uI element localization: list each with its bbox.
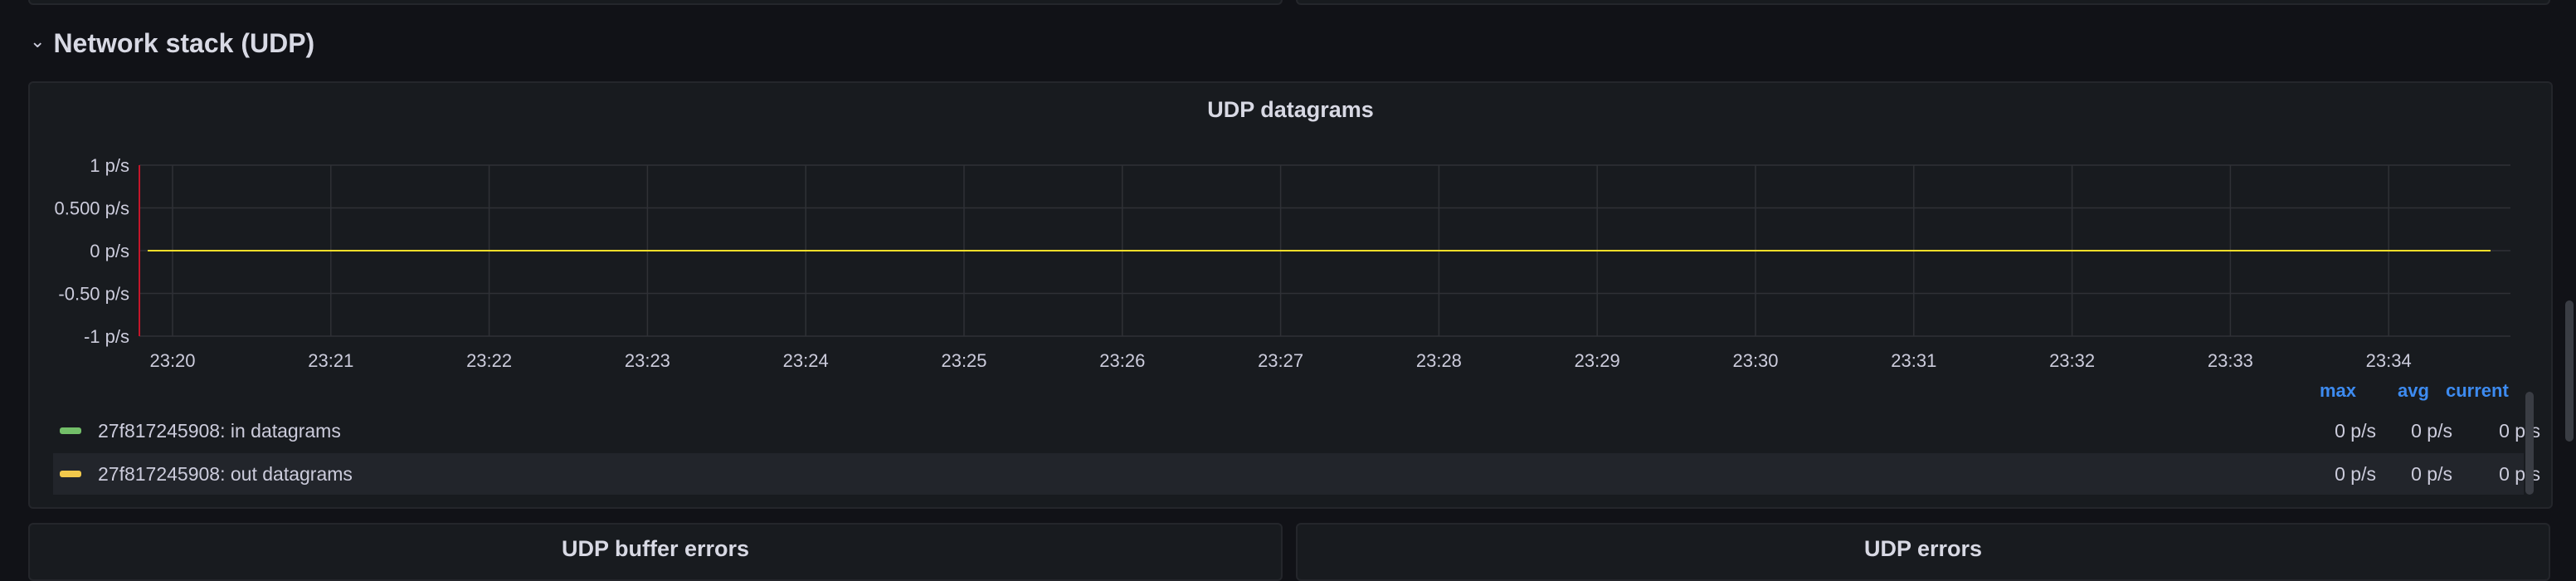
panel-above-left <box>28 0 1283 5</box>
x-tick-label: 23:22 <box>466 350 512 371</box>
panel-title[interactable]: UDP buffer errors <box>30 536 1281 562</box>
x-tick-label: 23:27 <box>1258 350 1303 371</box>
legend-header-max[interactable]: max <box>2320 380 2356 402</box>
x-tick-label: 23:30 <box>1732 350 1778 371</box>
x-tick-label: 23:26 <box>1099 350 1145 371</box>
y-tick-label: -0.50 p/s <box>58 284 129 305</box>
x-tick-label: 23:25 <box>941 350 986 371</box>
y-tick-label: -1 p/s <box>84 326 129 347</box>
x-tick-label: 23:31 <box>1891 350 1936 371</box>
x-tick-label: 23:23 <box>625 350 670 371</box>
panel-above-right <box>1296 0 2550 5</box>
legend-header-avg[interactable]: avg <box>2398 380 2429 402</box>
legend-value-current: 0 p/s <box>2499 419 2540 442</box>
legend-value-max: 0 p/s <box>2335 419 2376 442</box>
page-scrollbar[interactable] <box>2565 300 2574 442</box>
y-tick-label: 0 p/s <box>90 241 129 261</box>
udp-datagrams-panel[interactable]: UDP datagrams 1 p/s 0.500 p/s 0 p/s -0.50 p… <box>28 81 2553 509</box>
legend-value-avg: 0 p/s <box>2411 462 2452 485</box>
x-tick-label: 23:20 <box>149 350 195 371</box>
legend-series-label[interactable]: 27f817245908: in datagrams <box>98 420 341 442</box>
series-color-swatch[interactable] <box>60 471 81 477</box>
y-tick-label: 1 p/s <box>90 155 129 176</box>
x-tick-label: 23:33 <box>2208 350 2253 371</box>
x-tick-label: 23:29 <box>1575 350 1620 371</box>
series-color-swatch[interactable] <box>60 427 81 434</box>
x-tick-label: 23:28 <box>1416 350 1462 371</box>
udp-errors-panel[interactable]: UDP errors <box>1296 523 2550 581</box>
x-tick-label: 23:32 <box>2049 350 2095 371</box>
legend-value-max: 0 p/s <box>2335 462 2376 485</box>
legend-series-label[interactable]: 27f817245908: out datagrams <box>98 463 353 486</box>
x-tick-label: 23:34 <box>2366 350 2412 371</box>
chevron-down-icon[interactable]: ⌄ <box>30 31 45 52</box>
legend-row-in-datagrams[interactable]: 27f817245908: in datagrams 0 p/s 0 p/s 0… <box>53 410 2540 452</box>
legend-row-out-datagrams[interactable]: 27f817245908: out datagrams 0 p/s 0 p/s … <box>53 453 2540 495</box>
legend-scrollbar[interactable] <box>2525 392 2534 495</box>
udp-buffer-errors-panel[interactable]: UDP buffer errors <box>28 523 1283 581</box>
row-header-network-stack-udp[interactable]: ⌄ Network stack (UDP) <box>30 23 314 63</box>
legend-value-current: 0 p/s <box>2499 462 2540 485</box>
x-tick-label: 23:24 <box>783 350 829 371</box>
y-tick-label: 0.500 p/s <box>54 198 129 219</box>
row-title: Network stack (UDP) <box>53 27 315 58</box>
x-tick-label: 23:21 <box>308 350 353 371</box>
panel-title[interactable]: UDP errors <box>1298 536 2549 562</box>
legend-header-current[interactable]: current <box>2446 380 2509 402</box>
legend-value-avg: 0 p/s <box>2411 419 2452 442</box>
